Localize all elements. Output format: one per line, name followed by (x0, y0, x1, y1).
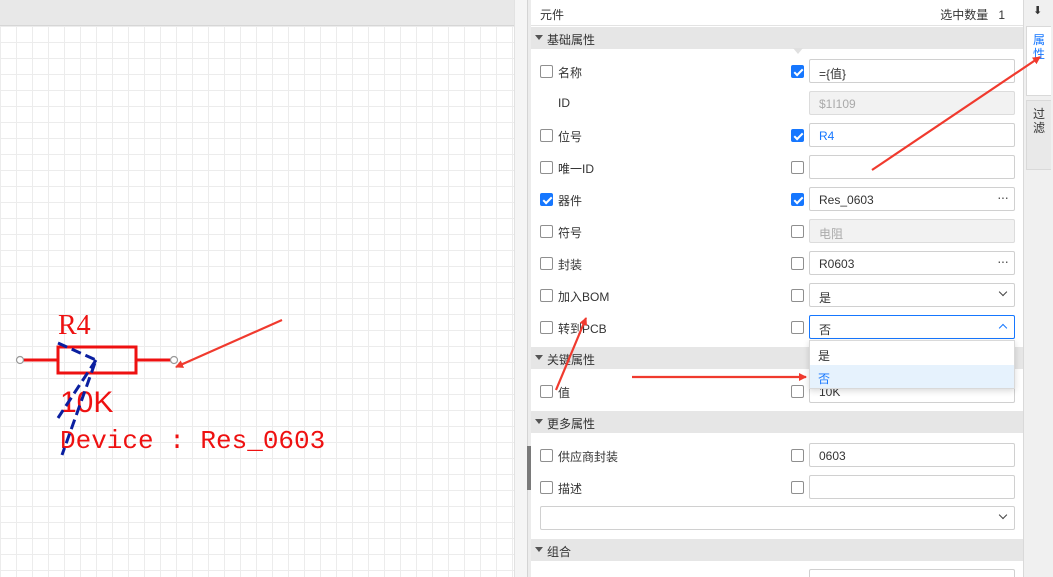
to-pcb-label: 转到PCB (558, 322, 607, 336)
desc-field[interactable] (809, 475, 1015, 499)
tab-filter[interactable]: 过 滤 (1026, 100, 1051, 170)
more-options-icon[interactable]: ··· (997, 189, 1009, 205)
device-label: 器件 (558, 194, 583, 208)
to-pcb-show-checkbox[interactable] (791, 321, 804, 334)
tab-properties[interactable]: 属 性 (1026, 26, 1051, 96)
pin-end-left (15, 355, 25, 365)
collapse-triangle-icon (535, 35, 543, 40)
supplier-fp-value: 0603 (819, 449, 846, 463)
section-basic-header[interactable]: 基础属性 (531, 27, 1023, 49)
uid-show-checkbox[interactable] (791, 161, 804, 174)
footprint-value: R0603 (819, 257, 855, 271)
collapse-triangle-icon (535, 547, 543, 552)
refdes-field[interactable]: R4 (809, 123, 1015, 147)
pin-icon[interactable]: ⬇ (1033, 4, 1042, 17)
supplier-fp-label: 供应商封装 (558, 450, 619, 464)
refdes-show-checkbox[interactable] (791, 129, 804, 142)
symbol-label: 符号 (558, 226, 583, 240)
id-field: $1I109 (809, 91, 1015, 115)
pin-end-right (169, 355, 179, 365)
uid-label: 唯一ID (558, 162, 595, 176)
section-group-label: 组合 (547, 545, 572, 559)
desc-show-checkbox[interactable] (791, 481, 804, 494)
add-bom-visible-checkbox[interactable] (540, 289, 553, 302)
designator-label: R4 (58, 310, 91, 341)
name-field[interactable]: ={值} (809, 59, 1015, 83)
add-bom-label: 加入BOM (558, 290, 610, 304)
footprint-label: 封装 (558, 258, 583, 272)
section-key-label: 关键属性 (547, 353, 596, 367)
tab-filter-char-2: 滤 (1032, 121, 1045, 135)
panel-title: 元件 (540, 8, 565, 22)
refdes-label: 位号 (558, 130, 583, 144)
id-value: $1I109 (819, 97, 856, 111)
supplier-fp-show-checkbox[interactable] (791, 449, 804, 462)
dropdown-option-no[interactable]: 否 (810, 365, 1014, 388)
section-more-header[interactable]: 更多属性 (531, 411, 1023, 433)
collapse-triangle-icon (535, 419, 543, 424)
to-pcb-value: 否 (819, 323, 832, 337)
extra-property-select[interactable] (540, 506, 1015, 530)
refdes-value: R4 (819, 129, 835, 143)
value-show-checkbox[interactable] (791, 385, 804, 398)
symbol-field: 电阻 (809, 219, 1015, 243)
supplier-fp-visible-checkbox[interactable] (540, 449, 553, 462)
add-bom-show-checkbox[interactable] (791, 289, 804, 302)
group-field[interactable] (809, 569, 1015, 577)
panel-header: 元件 选中数量 1 (531, 0, 1023, 26)
desc-visible-checkbox[interactable] (540, 481, 553, 494)
to-pcb-select[interactable]: 否 (809, 315, 1015, 339)
side-tab-bar: ⬇ 属 性 过 滤 (1023, 0, 1053, 577)
more-options-icon[interactable]: ··· (997, 253, 1009, 269)
tab-properties-char-1: 属 (1032, 33, 1045, 47)
tab-properties-char-2: 性 (1032, 47, 1045, 61)
section-more-label: 更多属性 (547, 417, 596, 431)
section-basic-label: 基础属性 (547, 33, 596, 47)
chevron-down-icon (998, 287, 1008, 297)
dropdown-option-yes[interactable]: 是 (810, 342, 1014, 365)
add-bom-select[interactable]: 是 (809, 283, 1015, 307)
refdes-visible-checkbox[interactable] (540, 129, 553, 142)
tab-filter-char-1: 过 (1032, 107, 1045, 121)
device-show-checkbox[interactable] (791, 193, 804, 206)
value-label: 10K (60, 386, 113, 419)
footprint-visible-checkbox[interactable] (540, 257, 553, 270)
uid-field[interactable] (809, 155, 1015, 179)
section-group-header[interactable]: 组合 (531, 539, 1023, 561)
selection-count-value: 1 (998, 8, 1005, 22)
name-label: 名称 (558, 66, 583, 80)
resistor-body (56, 345, 138, 375)
name-visible-checkbox[interactable] (540, 65, 553, 78)
uid-visible-checkbox[interactable] (540, 161, 553, 174)
chevron-up-icon (998, 323, 1008, 333)
symbol-show-checkbox[interactable] (791, 225, 804, 238)
desc-label: 描述 (558, 482, 583, 496)
device-label: Device : Res_0603 (60, 426, 325, 456)
schematic-drawing[interactable]: R4 10K Device : Res_0603 (0, 0, 527, 577)
value-visible-checkbox[interactable] (540, 385, 553, 398)
selection-count-label: 选中数量 (940, 8, 989, 22)
name-value: ={值} (819, 67, 847, 81)
device-field[interactable]: Res_0603 ··· (809, 187, 1015, 211)
chevron-down-icon (998, 510, 1008, 520)
to-pcb-dropdown: 是 否 (809, 340, 1015, 389)
canvas-scroll-edge (514, 0, 527, 577)
properties-panel: 元件 选中数量 1 基础属性 名称 ={值} ID $1I109 位号 R4 唯一… (531, 0, 1023, 577)
splitter-marker-icon (793, 48, 803, 54)
symbol-visible-checkbox[interactable] (540, 225, 553, 238)
name-show-checkbox[interactable] (791, 65, 804, 78)
footprint-field[interactable]: R0603 ··· (809, 251, 1015, 275)
value-label: 值 (558, 386, 571, 400)
symbol-value: 电阻 (819, 227, 844, 241)
add-bom-value: 是 (819, 291, 832, 305)
id-label: ID (558, 96, 570, 110)
device-value: Res_0603 (819, 193, 874, 207)
collapse-triangle-icon (535, 355, 543, 360)
to-pcb-visible-checkbox[interactable] (540, 321, 553, 334)
schematic-canvas[interactable]: R4 10K Device : Res_0603 (0, 0, 527, 577)
device-visible-checkbox[interactable] (540, 193, 553, 206)
supplier-fp-field[interactable]: 0603 (809, 443, 1015, 467)
footprint-show-checkbox[interactable] (791, 257, 804, 270)
selection-count: 选中数量 1 (940, 6, 1005, 23)
